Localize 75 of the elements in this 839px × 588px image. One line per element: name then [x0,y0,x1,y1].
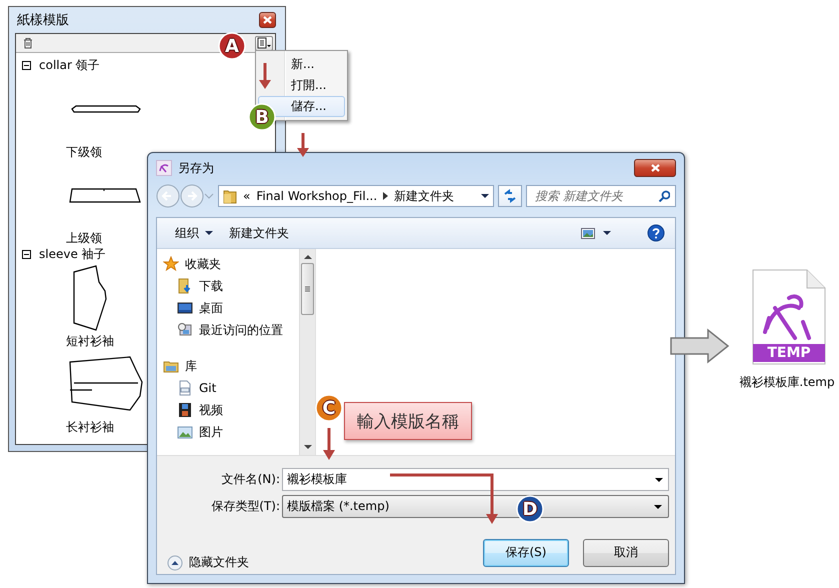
field-label: 保存类型(T): [210,498,280,515]
trash-icon[interactable] [22,37,34,49]
grip-icon [305,286,310,292]
nav-item[interactable]: Git [199,381,216,395]
breadcrumb-item[interactable]: 新建文件夹 [394,188,454,204]
dropdown-icon[interactable] [481,194,489,198]
tree-group-label[interactable]: collar 领子 [39,57,100,74]
scroll-up-icon[interactable] [304,255,312,259]
nav-item[interactable]: 视频 [199,402,223,418]
app-icon [156,160,172,176]
collapse-icon[interactable] [22,250,31,259]
dropdown-icon[interactable] [655,478,663,482]
dropdown-icon [205,231,213,235]
help-icon[interactable] [647,224,665,242]
pattern-label[interactable]: 短衬衫袖 [60,333,114,349]
nav-item[interactable]: 下载 [199,278,223,294]
dropdown-icon[interactable] [603,231,611,235]
step-letter: D [522,498,538,520]
list-icon [257,37,271,49]
pattern-label[interactable]: 下级领 [60,144,102,160]
search-field[interactable]: 搜索 新建文件夹 [526,185,676,207]
monitor-icon [177,300,193,316]
pointer-arrow [323,428,335,460]
chevron-icon [383,192,388,200]
nav-item[interactable]: 收藏夹 [185,256,221,272]
close-button[interactable] [634,159,676,177]
pointer-arrow [670,328,730,364]
menu-button[interactable] [255,36,273,50]
image-icon [177,424,193,440]
computer-icon [177,322,193,338]
view-icon[interactable] [581,228,595,238]
pointer-arrow [259,63,271,89]
search-icon [658,190,670,202]
tree-group-label[interactable]: sleeve 袖子 [39,246,106,263]
menu-item[interactable]: 新... [258,54,345,75]
overflow-mark[interactable]: « [243,189,250,203]
address-bar[interactable]: « Final Workshop_Fil... 新建文件夹 [218,185,494,207]
nav-item[interactable]: 库 [185,358,197,374]
step-letter: C [322,398,336,418]
menu-item[interactable]: 打開... [258,75,345,96]
document-icon [177,380,193,396]
window-title: 紙樣模版 [16,12,69,29]
field-label: 文件名(N): [220,471,280,488]
film-icon [177,402,193,418]
pointer-arrow [297,133,309,157]
collapse-icon[interactable] [22,61,31,70]
file-name: 襯衫模板庫.temp [739,374,835,391]
dialog-button[interactable]: 保存(S) [483,538,569,566]
file-type-label: TEMP [753,344,825,362]
close-icon [650,164,660,172]
new-folder-button[interactable]: 新建文件夹 [225,222,293,244]
nav-item[interactable]: 桌面 [199,300,223,316]
pattern-label[interactable]: 上级领 [60,230,102,246]
download-folder-icon [177,278,193,294]
dropdown-icon [654,504,662,508]
refresh-button[interactable] [498,185,522,207]
step-letter: A [225,36,239,56]
hide-folders-toggle[interactable]: 隐藏文件夹 [167,554,249,571]
scroll-down-icon[interactable] [304,445,312,449]
nav-item[interactable]: 图片 [199,424,223,440]
nav-item[interactable]: 最近访问的位置 [199,322,283,338]
window-title: 另存为 [178,160,214,176]
instruction-callout: 輸入模版名稱 [344,402,472,440]
dialog-button[interactable]: 取消 [583,538,669,566]
pattern-label[interactable]: 长衬衫袖 [60,419,114,435]
close-icon [263,16,272,24]
organize-menu-button[interactable]: 组织 [171,222,217,244]
scrollbar[interactable] [299,249,315,455]
breadcrumb-item[interactable]: Final Workshop_Fil... [256,189,378,203]
star-icon [163,256,179,272]
refresh-icon [502,188,518,204]
folder-icon [223,188,237,204]
collapse-icon [167,554,183,570]
close-button[interactable] [259,12,276,28]
filename-field[interactable]: 襯衫模板庫 [282,468,669,491]
